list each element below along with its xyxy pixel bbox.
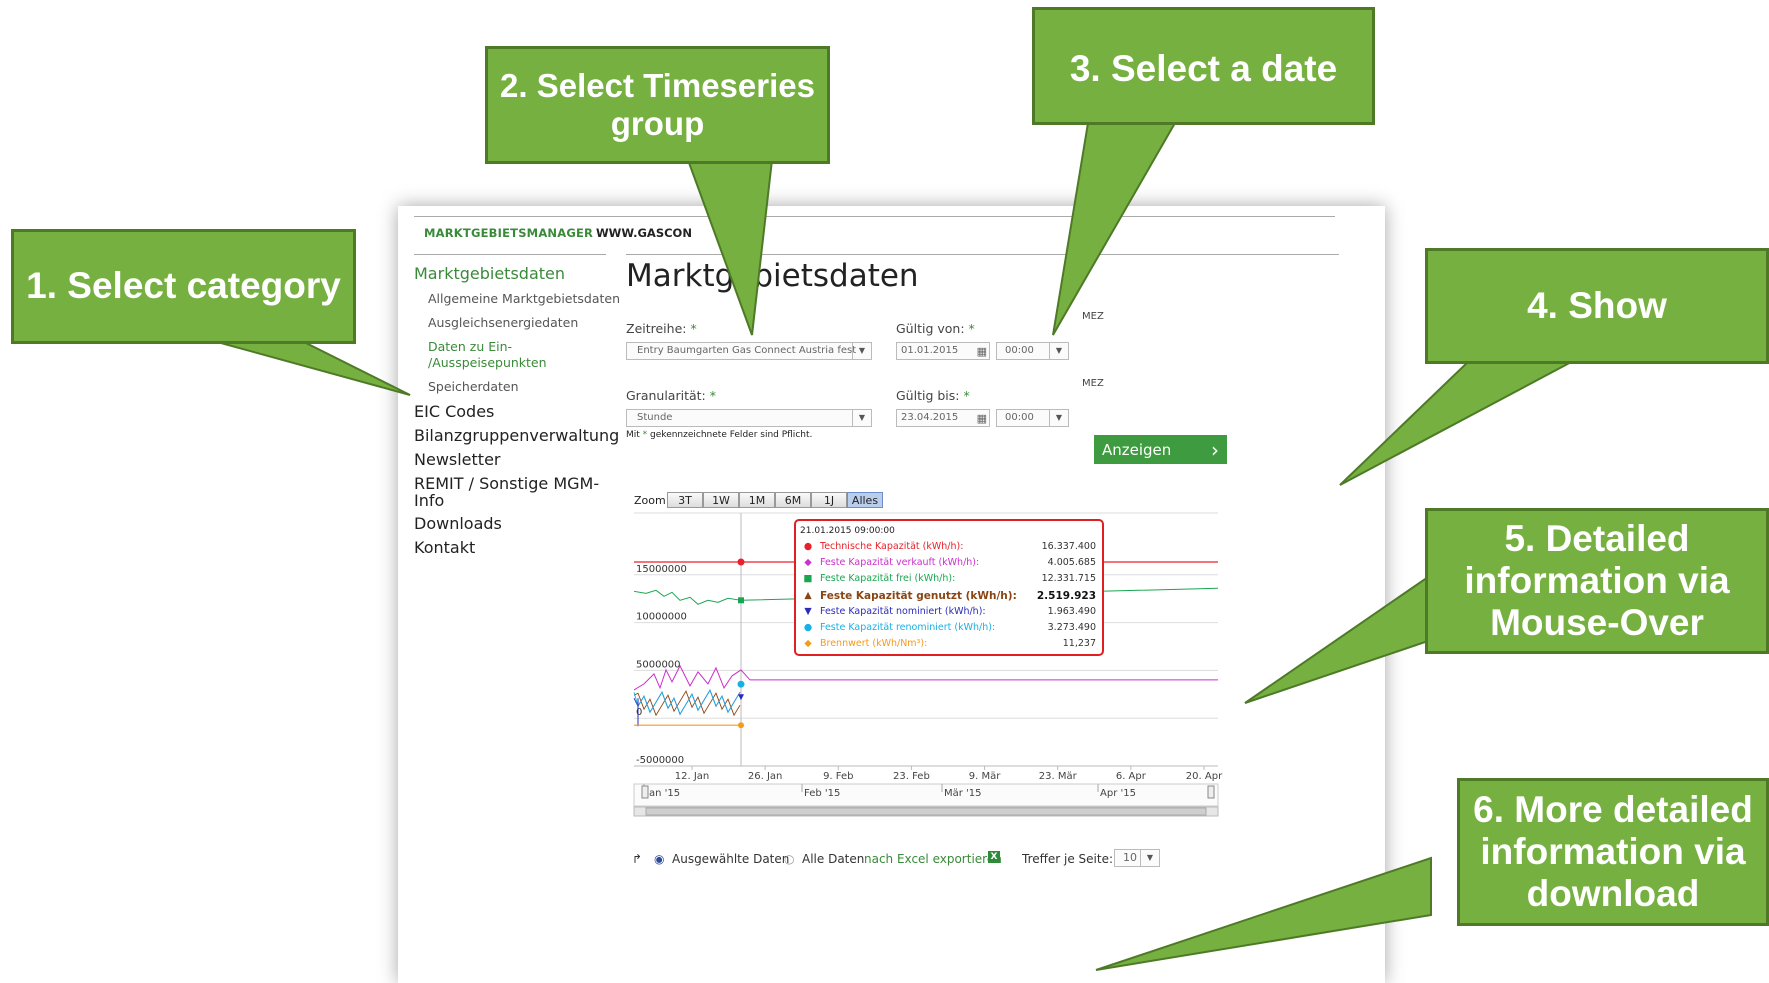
callout-2-pointer bbox=[686, 159, 774, 336]
callout-5-mouse-over: 5. Detailed information via Mouse-Over bbox=[1425, 508, 1769, 654]
callout-2-select-timeseries: 2. Select Timeseries group bbox=[485, 46, 830, 164]
callout-3-pointer bbox=[1052, 122, 1177, 336]
callout-1-pointer bbox=[209, 339, 411, 396]
callout-5-pointer bbox=[1244, 573, 1432, 704]
callout-4-show: 4. Show bbox=[1425, 248, 1769, 364]
callout-6-download: 6. More detailed information via downloa… bbox=[1457, 778, 1769, 926]
callout-6-pointer bbox=[1095, 856, 1432, 971]
callout-4-pointer bbox=[1339, 359, 1576, 486]
callout-1-select-category: 1. Select category bbox=[11, 229, 356, 344]
callout-3-select-date: 3. Select a date bbox=[1032, 7, 1375, 125]
